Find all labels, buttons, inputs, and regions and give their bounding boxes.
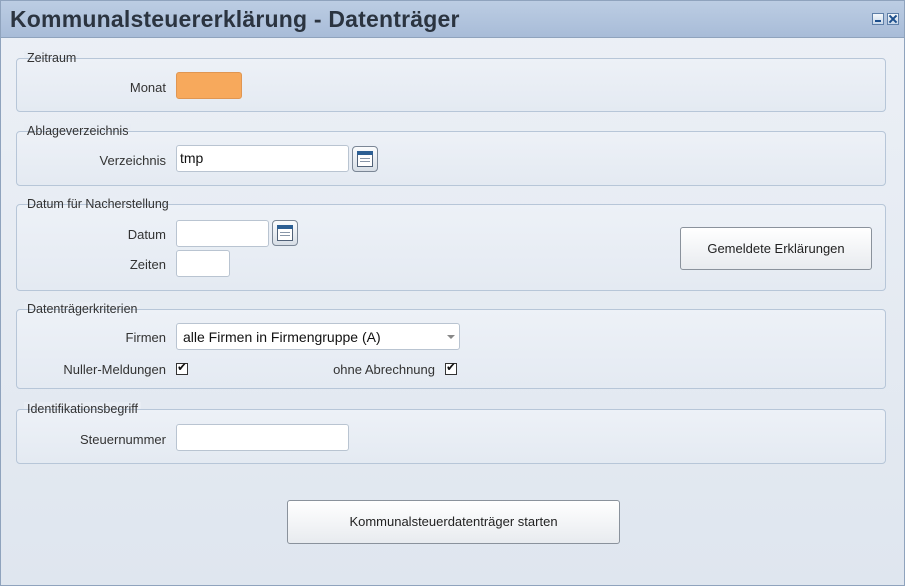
dialog-window: Kommunalsteuererklärung - Datenträger Ze… — [0, 0, 905, 586]
gemeldete-erklaerungen-button[interactable]: Gemeldete Erklärungen — [680, 227, 872, 270]
chevron-down-icon[interactable] — [443, 324, 459, 349]
zeiten-label: Zeiten — [129, 257, 166, 272]
checkmark-icon: ✔ — [446, 360, 457, 374]
minimize-icon[interactable] — [872, 13, 884, 25]
verzeichnis-browse-button[interactable] — [352, 146, 378, 172]
calendar-icon — [277, 225, 293, 241]
datum-picker-button[interactable] — [272, 220, 298, 246]
firmen-label: Firmen — [125, 330, 166, 345]
window-title: Kommunalsteuererklärung - Datenträger — [10, 6, 460, 32]
checkmark-icon: ✔ — [177, 360, 188, 374]
close-icon[interactable] — [887, 13, 899, 25]
nuller-meldungen-checkbox[interactable]: ✔ — [176, 360, 188, 375]
ohne-abrechnung-label: ohne Abrechnung — [333, 362, 435, 377]
group-ablageverzeichnis-legend: Ablageverzeichnis — [24, 124, 132, 138]
group-identifikation: Identifikationsbegriff Steuernummer — [16, 402, 886, 464]
group-zeitraum: Zeitraum Monat — [16, 51, 886, 112]
firmen-select-value: alle Firmen in Firmengruppe (A) — [183, 329, 381, 345]
group-ablageverzeichnis: Ablageverzeichnis Verzeichnis tmp — [16, 124, 886, 186]
verzeichnis-input[interactable]: tmp — [176, 145, 349, 172]
group-nacherstellung: Datum für Nacherstellung Datum Zeiten Ge… — [16, 197, 886, 291]
zeiten-input[interactable] — [176, 250, 230, 277]
calendar-icon — [357, 151, 373, 167]
group-kriterien-legend: Datenträgerkriterien — [24, 302, 141, 316]
monat-label: Monat — [129, 80, 166, 95]
datum-label: Datum — [127, 227, 166, 242]
monat-field[interactable] — [176, 72, 242, 99]
datum-input[interactable] — [176, 220, 269, 247]
steuernummer-input[interactable] — [176, 424, 349, 451]
nuller-meldungen-label: Nuller-Meldungen — [63, 362, 166, 377]
group-zeitraum-legend: Zeitraum — [24, 51, 80, 65]
ohne-abrechnung-checkbox[interactable]: ✔ — [445, 360, 457, 375]
steuernummer-label: Steuernummer — [80, 432, 166, 447]
group-kriterien: Datenträgerkriterien Firmen alle Firmen … — [16, 302, 886, 389]
verzeichnis-label: Verzeichnis — [99, 153, 166, 168]
title-bar: Kommunalsteuererklärung - Datenträger — [1, 1, 904, 38]
group-identifikation-legend: Identifikationsbegriff — [24, 402, 141, 416]
group-nacherstellung-legend: Datum für Nacherstellung — [24, 197, 172, 211]
firmen-select[interactable]: alle Firmen in Firmengruppe (A) — [176, 323, 460, 350]
start-datentraeger-button[interactable]: Kommunalsteuerdatenträger starten — [287, 500, 620, 544]
